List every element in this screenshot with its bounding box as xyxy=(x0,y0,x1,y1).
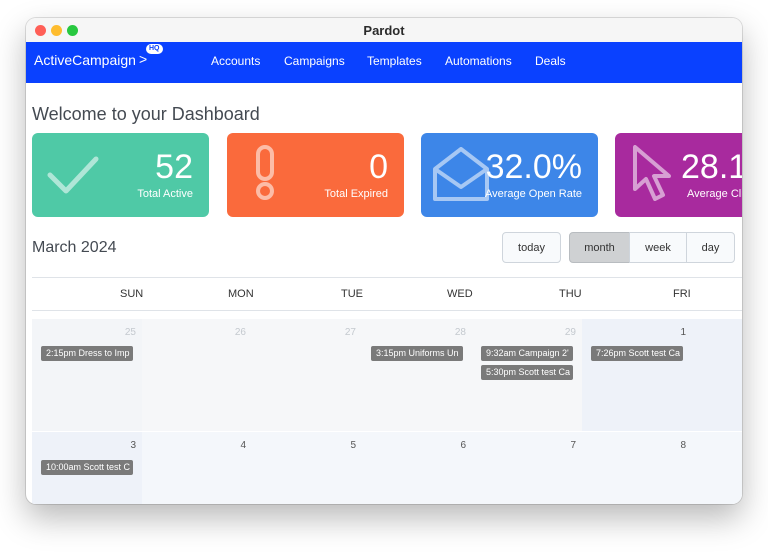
calendar-day-cell[interactable]: 1 xyxy=(582,319,692,431)
day-number: 28 xyxy=(454,327,466,338)
day-header-tue: TUE xyxy=(341,288,363,300)
day-number: 4 xyxy=(240,440,246,451)
stat-card-total-active[interactable]: 52 Total Active xyxy=(32,133,209,217)
day-number: 3 xyxy=(130,440,136,451)
brand-arrow-icon: > xyxy=(139,51,148,67)
day-number: 6 xyxy=(460,440,466,451)
day-header-sun: SUN xyxy=(120,288,144,300)
day-number: 27 xyxy=(344,327,356,338)
exclamation-icon xyxy=(256,145,274,200)
window-title: Pardot xyxy=(363,23,405,38)
calendar-day-cell[interactable] xyxy=(692,319,742,431)
calendar-day-cell[interactable]: 4 xyxy=(142,432,252,504)
nav-deals[interactable]: Deals xyxy=(535,54,566,68)
stat-card-click-rate[interactable]: 28.1 Average Cli xyxy=(615,133,742,217)
calendar-event[interactable]: 7:26pm Scott test Ca xyxy=(591,346,683,361)
calendar-header: SUN MON TUE WED THU FRI xyxy=(32,277,742,311)
today-button[interactable]: today xyxy=(502,232,561,263)
calendar-event[interactable]: 2:15pm Dress to Imp xyxy=(41,346,133,361)
day-number: 29 xyxy=(564,327,576,338)
brand-logo[interactable]: ActiveCampaign xyxy=(34,52,136,68)
stat-label: Total Expired xyxy=(324,188,388,200)
calendar-day-cell[interactable]: 6 xyxy=(362,432,472,504)
calendar-grid: 25 26 27 28 29 1 3 4 5 6 7 8 2:15pm Dres… xyxy=(32,319,742,504)
day-number: 26 xyxy=(234,327,246,338)
stat-value: 0 xyxy=(369,148,388,186)
cursor-pointer-icon xyxy=(633,145,671,201)
calendar-event[interactable]: 5:30pm Scott test Ca xyxy=(481,365,573,380)
stat-value: 28.1 xyxy=(681,148,742,186)
stat-card-open-rate[interactable]: 32.0% Average Open Rate xyxy=(421,133,598,217)
day-number: 1 xyxy=(680,327,686,338)
app-window: Pardot ActiveCampaign > HQ Accounts Camp… xyxy=(26,18,742,504)
calendar-day-cell[interactable]: 7 xyxy=(472,432,582,504)
day-header-thu: THU xyxy=(559,288,582,300)
nav-automations[interactable]: Automations xyxy=(445,54,512,68)
calendar-day-cell[interactable]: 27 xyxy=(252,319,362,431)
day-number: 25 xyxy=(124,327,136,338)
day-number: 7 xyxy=(570,440,576,451)
day-view-button[interactable]: day xyxy=(686,232,735,263)
day-header-mon: MON xyxy=(228,288,254,300)
checkmark-icon xyxy=(47,156,99,194)
calendar-event[interactable]: 9:32am Campaign 2' xyxy=(481,346,573,361)
day-header-fri: FRI xyxy=(673,288,691,300)
stat-label: Average Open Rate xyxy=(484,188,582,200)
calendar-day-cell[interactable]: 5 xyxy=(252,432,362,504)
day-number: 5 xyxy=(350,440,356,451)
page-title: Welcome to your Dashboard xyxy=(32,104,260,124)
open-envelope-icon xyxy=(433,147,489,201)
stat-value: 52 xyxy=(155,148,193,186)
hq-badge: HQ xyxy=(146,44,163,54)
nav-accounts[interactable]: Accounts xyxy=(211,54,260,68)
stat-label: Average Cli xyxy=(687,188,742,200)
calendar-event[interactable]: 10:00am Scott test C xyxy=(41,460,133,475)
calendar-day-cell[interactable] xyxy=(692,432,742,504)
top-navbar: ActiveCampaign > HQ Accounts Campaigns T… xyxy=(26,42,742,83)
day-header-wed: WED xyxy=(447,288,473,300)
calendar-day-cell[interactable]: 8 xyxy=(582,432,692,504)
title-bar: Pardot xyxy=(26,18,742,43)
calendar-title: March 2024 xyxy=(32,239,117,256)
week-view-button[interactable]: week xyxy=(629,232,687,263)
nav-templates[interactable]: Templates xyxy=(367,54,422,68)
calendar-event[interactable]: 3:15pm Uniforms Un xyxy=(371,346,463,361)
day-number: 8 xyxy=(680,440,686,451)
month-view-button[interactable]: month xyxy=(569,232,630,263)
calendar-day-cell[interactable]: 25 xyxy=(32,319,142,431)
stat-value: 32.0% xyxy=(485,148,582,186)
nav-campaigns[interactable]: Campaigns xyxy=(284,54,345,68)
stat-label: Total Active xyxy=(137,188,193,200)
calendar-day-cell[interactable]: 28 xyxy=(362,319,472,431)
stat-card-total-expired[interactable]: 0 Total Expired xyxy=(227,133,404,217)
calendar-day-cell[interactable]: 26 xyxy=(142,319,252,431)
